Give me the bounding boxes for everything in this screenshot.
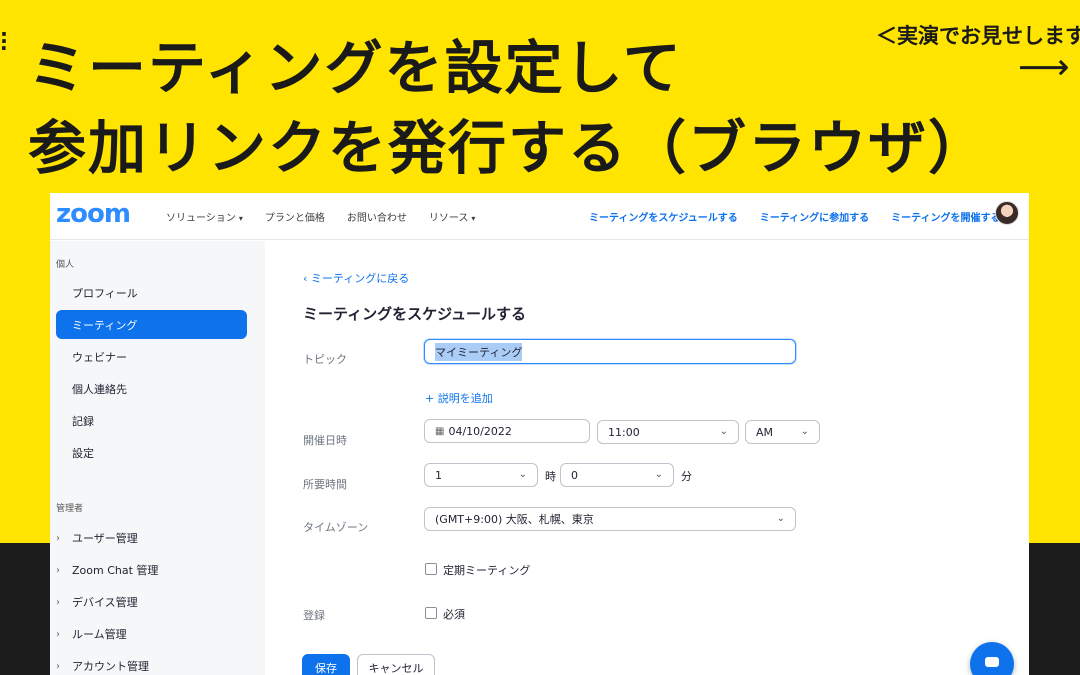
chevron-down-icon: ⌄: [800, 425, 809, 437]
add-description-link[interactable]: + 説明を追加: [425, 390, 493, 406]
back-to-meetings-link[interactable]: ‹ ミーティングに戻る: [303, 270, 409, 286]
top-navigation: zoom ソリューション ▾ プランと価格 お問い合わせ リソース ▾ ミーティング…: [50, 193, 1029, 240]
nav-resources[interactable]: リソース ▾: [429, 209, 476, 224]
chevron-down-icon: ⌄: [654, 468, 663, 480]
registration-label: 登録: [303, 609, 325, 622]
timezone-select[interactable]: (GMT+9:00) 大阪、札幌、東京 ⌄: [424, 507, 796, 531]
hours-unit: 時: [545, 470, 556, 483]
chevron-down-icon: ⌄: [518, 468, 527, 480]
chevron-left-icon: ‹: [303, 272, 311, 285]
timezone-label: タイムゾーン: [303, 521, 369, 534]
save-button[interactable]: 保存: [302, 654, 350, 675]
sidebar: 個人 プロフィール ミーティング ウェビナー 個人連絡先 記録 設定 管理者 ›…: [50, 241, 265, 675]
topic-input[interactable]: マイミーティング: [424, 339, 796, 364]
chevron-right-icon: ›: [56, 660, 60, 672]
demo-note: ＜実演でお見せします: [876, 24, 1080, 48]
sidebar-personal-header: 個人: [56, 260, 75, 270]
sidebar-item-meetings[interactable]: ミーティング: [56, 310, 247, 339]
chat-bubble-icon: [985, 657, 999, 667]
page-title: ミーティングをスケジュールする: [303, 305, 527, 323]
minutes-unit: 分: [681, 470, 692, 483]
right-arrow-icon: ⟶: [1018, 47, 1070, 88]
slide-title-line2: 参加リンクを発行する（ブラウザ）: [28, 114, 989, 182]
sidebar-admin-chat[interactable]: › Zoom Chat 管理: [56, 562, 158, 578]
nav-schedule-meeting[interactable]: ミーティングをスケジュールする: [589, 209, 738, 224]
sidebar-admin-header: 管理者: [56, 504, 84, 514]
nav-host-meeting[interactable]: ミーティングを開催する▾: [891, 209, 1007, 224]
chevron-down-icon: ▾: [238, 214, 243, 223]
avatar[interactable]: [995, 201, 1019, 225]
nav-solutions[interactable]: ソリューション ▾: [166, 209, 243, 224]
chevron-down-icon: ⌄: [719, 425, 728, 437]
chevron-right-icon: ›: [56, 596, 60, 608]
plus-icon: +: [425, 392, 438, 405]
sidebar-item-settings[interactable]: 設定: [56, 438, 247, 467]
recurring-checkbox[interactable]: [425, 563, 437, 575]
topic-value: マイミーティング: [435, 342, 523, 361]
duration-label: 所要時間: [303, 478, 347, 491]
ampm-select[interactable]: AM ⌄: [745, 420, 820, 444]
registration-required-checkbox[interactable]: [425, 607, 437, 619]
sidebar-item-profile[interactable]: プロフィール: [56, 278, 247, 307]
duration-hours-select[interactable]: 1 ⌄: [424, 463, 538, 487]
calendar-icon: ▦: [435, 425, 445, 437]
nav-plans[interactable]: プランと価格: [265, 209, 325, 224]
sidebar-admin-devices[interactable]: › デバイス管理: [56, 594, 138, 610]
browser-window: zoom ソリューション ▾ プランと価格 お問い合わせ リソース ▾ ミーティング…: [50, 193, 1029, 675]
cancel-button[interactable]: キャンセル: [357, 654, 435, 675]
chevron-right-icon: ›: [56, 532, 60, 544]
decorative-dots: : ·: [0, 24, 8, 60]
sidebar-item-contacts[interactable]: 個人連絡先: [56, 374, 247, 403]
nav-join-meeting[interactable]: ミーティングに参加する: [760, 209, 869, 224]
slide-title: ミーティングを設定して 参加リンクを発行する（ブラウザ）: [28, 28, 988, 188]
recurring-label: 定期ミーティング: [443, 564, 531, 577]
sidebar-admin-account[interactable]: › アカウント管理: [56, 658, 149, 674]
topic-label: トピック: [303, 353, 347, 366]
date-label: 開催日時: [303, 434, 347, 447]
time-select[interactable]: 11:00 ⌄: [597, 420, 739, 444]
sidebar-item-recordings[interactable]: 記録: [56, 406, 247, 435]
zoom-logo[interactable]: zoom: [56, 199, 131, 229]
date-picker[interactable]: ▦ 04/10/2022: [424, 419, 590, 443]
duration-minutes-select[interactable]: 0 ⌄: [560, 463, 674, 487]
chevron-down-icon: ⌄: [776, 512, 785, 524]
sidebar-admin-rooms[interactable]: › ルーム管理: [56, 626, 127, 642]
chevron-down-icon: ▾: [471, 214, 476, 223]
sidebar-item-webinars[interactable]: ウェビナー: [56, 342, 247, 371]
required-label: 必須: [443, 608, 465, 621]
schedule-form: ‹ ミーティングに戻る ミーティングをスケジュールする トピック マイミーティン…: [265, 241, 1029, 675]
sidebar-admin-users[interactable]: › ユーザー管理: [56, 530, 138, 546]
chevron-right-icon: ›: [56, 628, 60, 640]
nav-contact[interactable]: お問い合わせ: [347, 209, 407, 224]
nav-left: ソリューション ▾ プランと価格 お問い合わせ リソース ▾: [166, 209, 475, 224]
slide-title-line1: ミーティングを設定して: [28, 34, 683, 102]
nav-right: ミーティングをスケジュールする ミーティングに参加する ミーティングを開催する▾: [589, 209, 1008, 224]
chevron-right-icon: ›: [56, 564, 60, 576]
